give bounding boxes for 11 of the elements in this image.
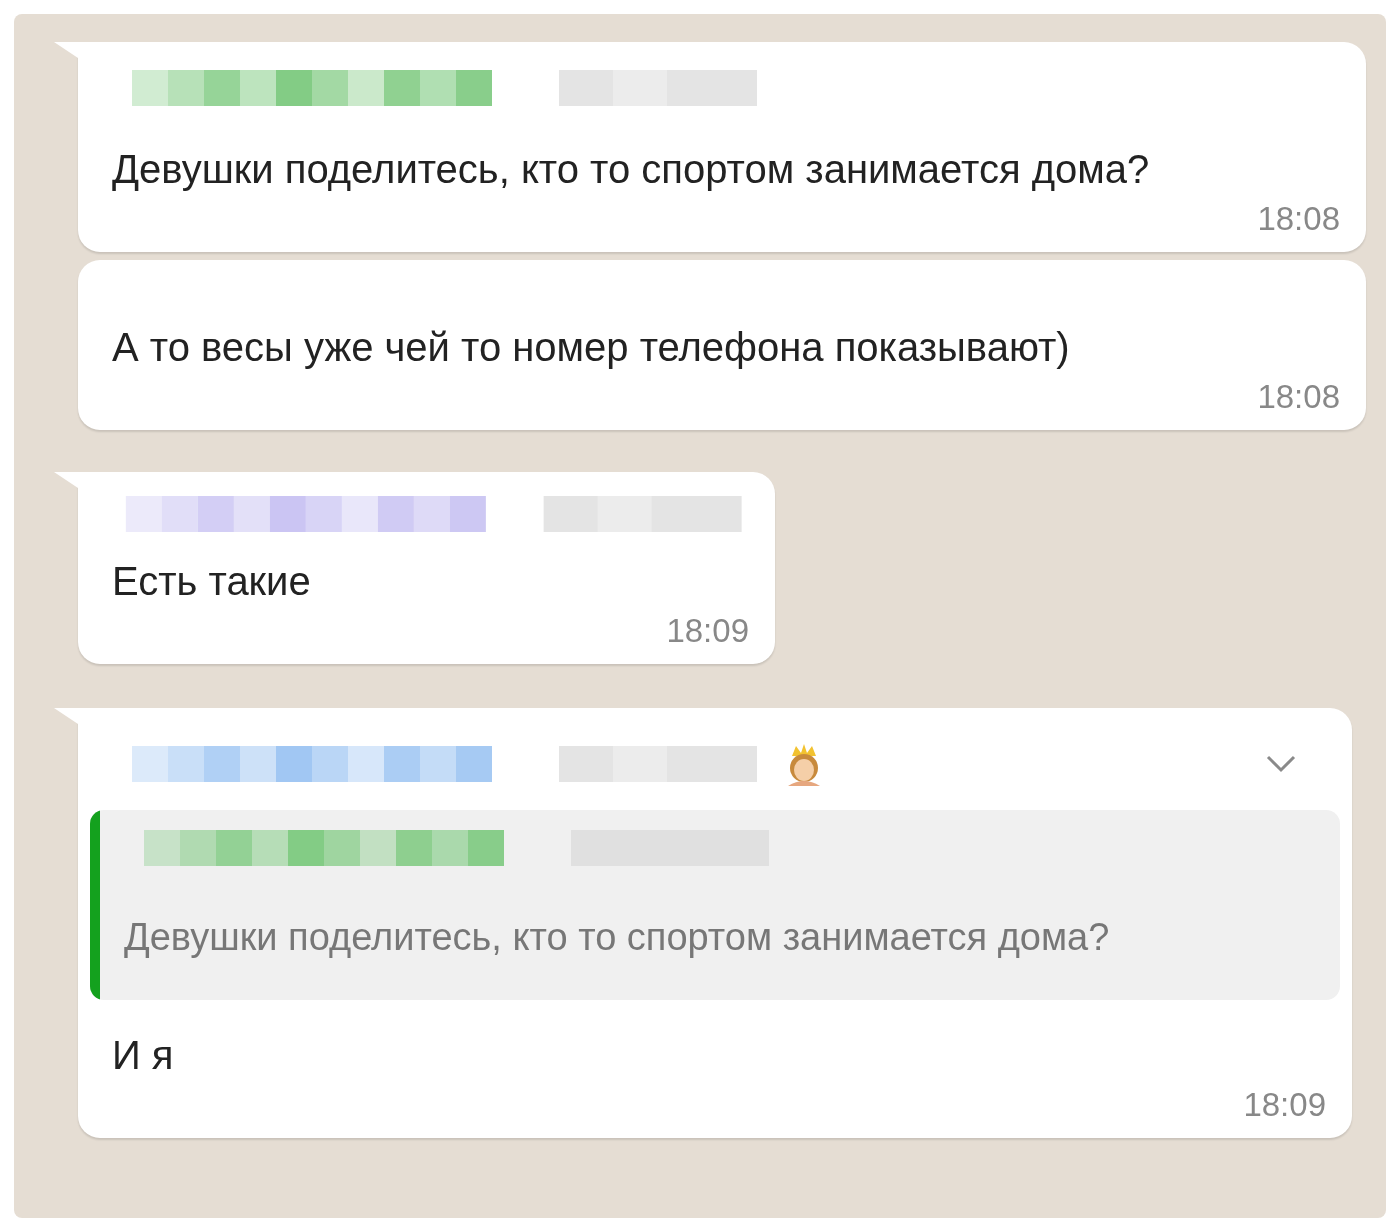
message-time: 18:09 <box>666 612 749 650</box>
chevron-down-icon[interactable] <box>1266 755 1296 773</box>
message-text: Девушки поделитесь, кто то спортом занимается дома? <box>112 146 1151 193</box>
message-time: 18:09 <box>1243 1086 1326 1124</box>
message-time: 18:08 <box>1257 378 1340 416</box>
message-time: 18:08 <box>1257 200 1340 238</box>
quoted-message[interactable]: Девушки поделитесь, кто то спортом занимается дома? <box>90 810 1340 1000</box>
quoted-text: Девушки поделитесь, кто то спортом занимается дома? <box>124 916 1110 959</box>
message-text: Есть такие <box>112 558 312 605</box>
message-text: И я <box>112 1032 175 1079</box>
message-text: А то весы уже чей то номер телефона показывают) <box>112 324 1071 371</box>
